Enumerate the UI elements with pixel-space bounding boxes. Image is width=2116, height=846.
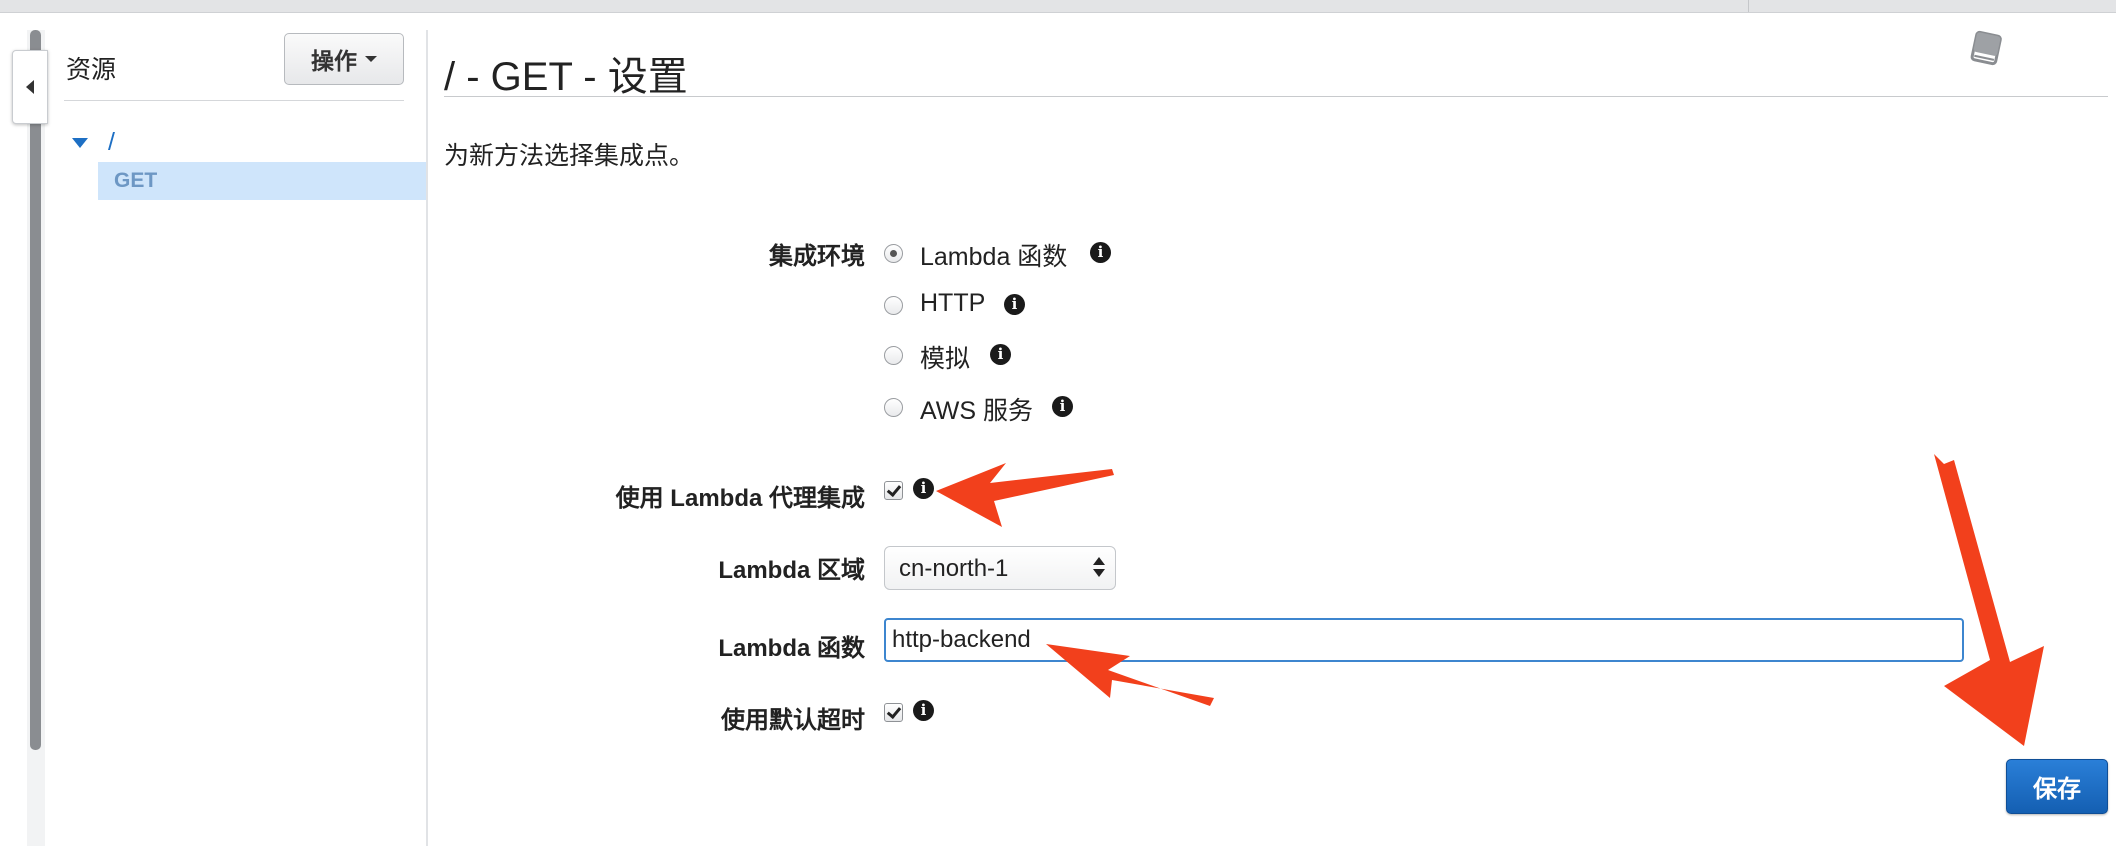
- annotation-arrow-save: [1934, 454, 2044, 746]
- tree-item-root[interactable]: /: [72, 128, 115, 157]
- integration-type-label: 集成环境: [769, 243, 865, 270]
- proxy-integration-label: 使用 Lambda 代理集成: [615, 485, 865, 512]
- tree-root-label: /: [108, 128, 115, 156]
- expand-triangle-icon[interactable]: [72, 137, 88, 148]
- option-lambda-label: Lambda 函数: [920, 243, 1068, 271]
- radio-mock[interactable]: [884, 346, 903, 365]
- region-select[interactable]: cn-north-1: [884, 546, 1116, 590]
- chevron-left-icon: [26, 80, 34, 94]
- option-http-label: HTTP: [920, 289, 986, 317]
- top-bar: [0, 0, 2116, 13]
- proxy-integration-checkbox[interactable]: [884, 481, 903, 500]
- actions-label: 操作: [311, 48, 357, 74]
- info-icon[interactable]: i: [990, 344, 1011, 365]
- annotation-arrow-proxy: [936, 463, 1114, 527]
- select-arrows-icon: [1093, 557, 1105, 577]
- default-timeout-label: 使用默认超时: [721, 707, 865, 734]
- tree-item-get[interactable]: GET: [98, 162, 426, 200]
- resources-divider: [64, 100, 404, 101]
- page-title: / - GET - 设置: [444, 55, 688, 99]
- radio-lambda[interactable]: [884, 244, 903, 263]
- title-divider: [444, 96, 2108, 97]
- info-icon[interactable]: i: [1004, 294, 1025, 315]
- radio-http[interactable]: [884, 296, 903, 315]
- save-label: 保存: [2033, 776, 2081, 803]
- collapse-panel-button[interactable]: [12, 50, 48, 124]
- default-timeout-checkbox[interactable]: [884, 703, 903, 722]
- annotation-arrow-function: [1046, 644, 1214, 706]
- function-label: Lambda 函数: [718, 635, 865, 662]
- option-aws-service-label: AWS 服务: [920, 397, 1033, 425]
- resources-title: 资源: [66, 56, 117, 84]
- page-description: 为新方法选择集成点。: [444, 142, 695, 170]
- top-bar-separator: [1748, 0, 1749, 12]
- scrollbar-thumb[interactable]: [30, 30, 41, 750]
- resources-panel: 资源 操作 / GET: [46, 30, 428, 846]
- region-label: Lambda 区域: [718, 557, 865, 584]
- info-icon[interactable]: i: [1052, 396, 1073, 417]
- caret-down-icon: [365, 56, 377, 62]
- region-select-value: cn-north-1: [899, 555, 1009, 582]
- book-icon[interactable]: [1966, 30, 2006, 73]
- radio-aws-service[interactable]: [884, 398, 903, 417]
- option-mock-label: 模拟: [920, 345, 971, 373]
- actions-button[interactable]: 操作: [284, 33, 404, 85]
- info-icon[interactable]: i: [913, 700, 934, 721]
- tree-child-label: GET: [114, 169, 158, 192]
- save-button[interactable]: 保存: [2006, 759, 2108, 814]
- info-icon[interactable]: i: [1090, 242, 1111, 263]
